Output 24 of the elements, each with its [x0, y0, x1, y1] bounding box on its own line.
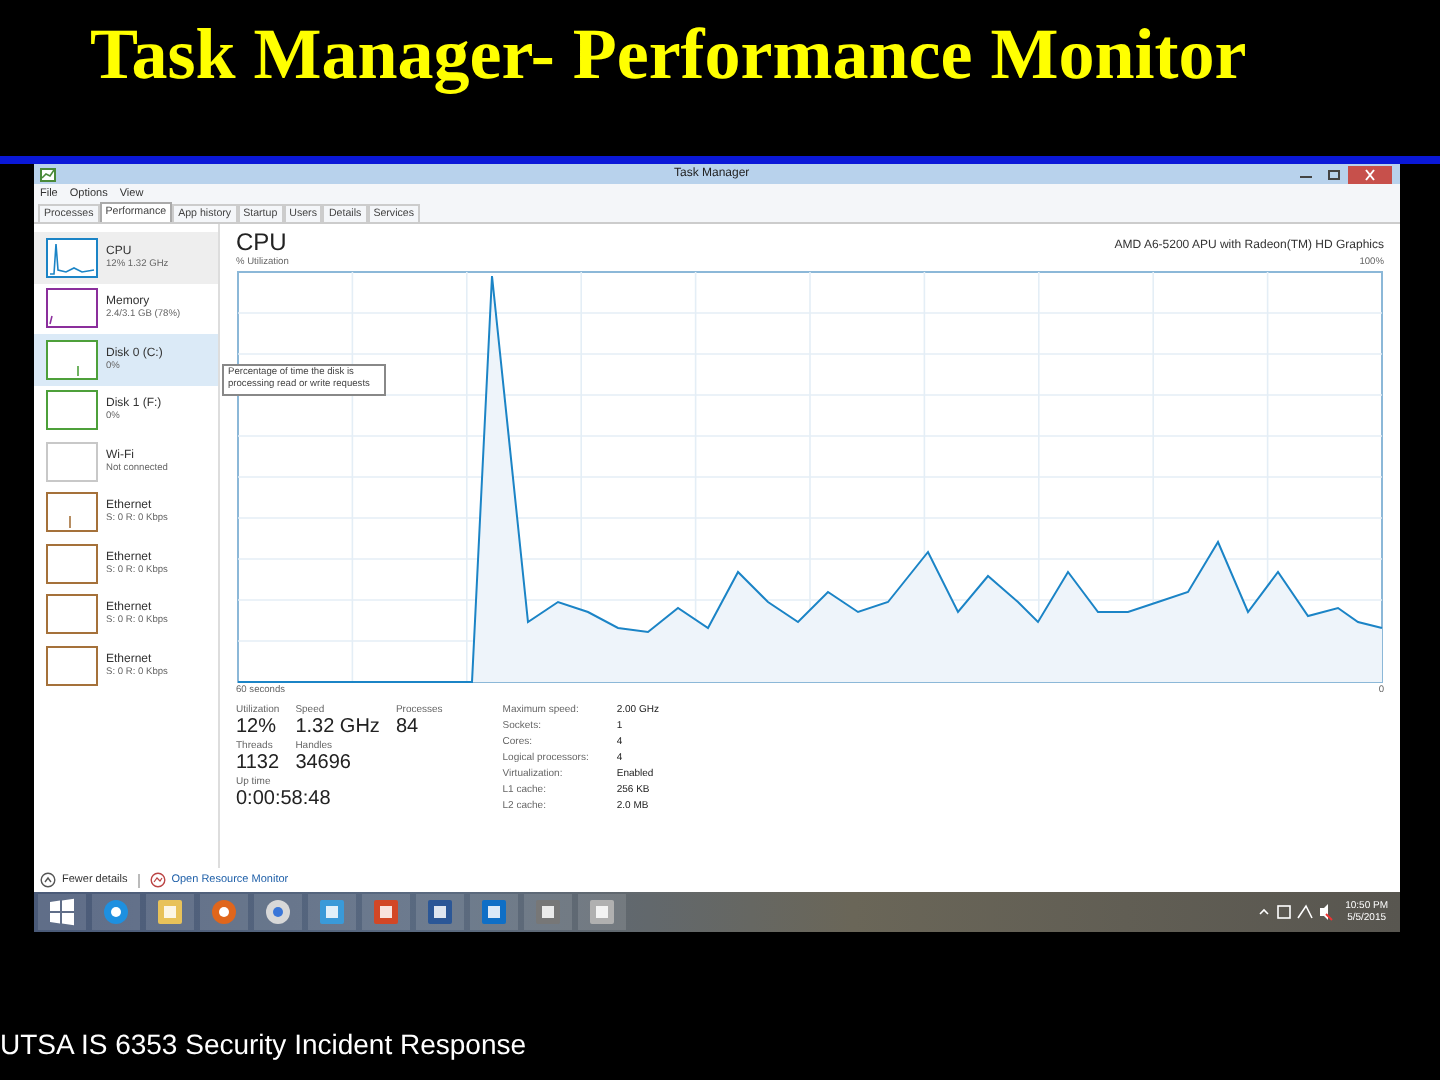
- panel-title: CPU: [236, 228, 287, 256]
- app-icon[interactable]: [146, 894, 194, 930]
- close-icon[interactable]: [1348, 165, 1392, 183]
- app-icon[interactable]: [470, 894, 518, 930]
- stat-value: 12%: [236, 716, 279, 738]
- resource-monitor-icon: [149, 872, 166, 888]
- stat-value: 84: [395, 716, 421, 738]
- stat-value: 0:00:58:48: [236, 788, 333, 810]
- stat-value: 1.32 GHz: [295, 716, 380, 738]
- slide-title: Task Manager- Performance Monitor: [88, 12, 1249, 98]
- app-icon[interactable]: [578, 894, 626, 930]
- app-icon[interactable]: [254, 894, 302, 930]
- stat-value: 1132: [236, 752, 280, 774]
- start-icon[interactable]: [38, 894, 86, 930]
- app-icon[interactable]: [416, 894, 464, 930]
- slide-footer: UTSA IS 6353 Security Incident Response: [0, 1028, 1440, 1080]
- app-icon[interactable]: [92, 894, 140, 930]
- collapse-icon[interactable]: [40, 872, 56, 888]
- app-icon[interactable]: [308, 894, 356, 930]
- app-icon[interactable]: [524, 894, 572, 930]
- stat-value: 34696: [295, 752, 353, 774]
- app-icon[interactable]: [200, 894, 248, 930]
- tray-icons[interactable]: [1257, 902, 1334, 922]
- app-icon[interactable]: [362, 894, 410, 930]
